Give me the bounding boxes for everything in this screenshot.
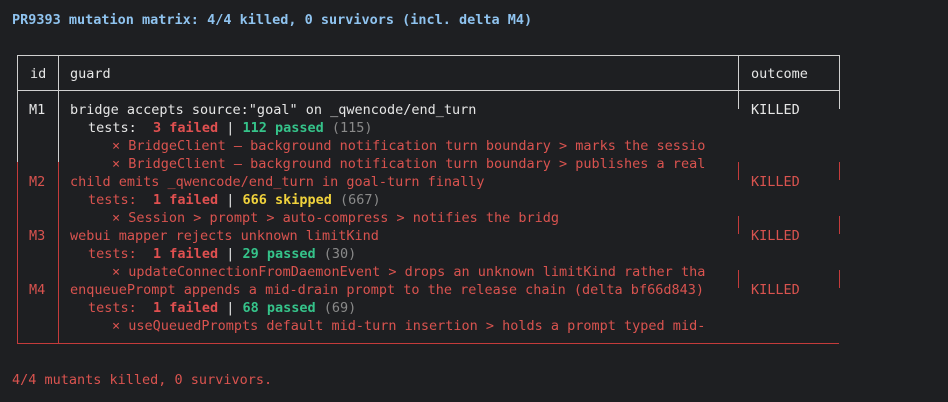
row-m2-tests: tests: 1 failed | 666 skipped (667) [88,192,381,208]
row-m1-guard: bridge accepts source:"goal" on _qwencod… [70,102,477,118]
row-m2-guard: child emits _qwencode/end_turn in goal-t… [70,174,485,190]
summary-footer: 4/4 mutants killed, 0 survivors. [12,372,273,388]
row-m3-tests: tests: 1 failed | 29 passed (30) [88,246,357,262]
row-m3-id: M3 [29,228,46,244]
row-m1-id: M1 [29,102,46,118]
header-outcome: outcome [751,66,808,82]
row-m3-failure-1: × updateConnectionFromDaemonEvent > drop… [112,264,706,280]
row-m1-outcome: KILLED [751,102,800,118]
mutation-matrix-table: id guard outcome M1 bridge accepts sourc… [12,55,842,344]
row-m3-guard: webui mapper rejects unknown limitKind [70,228,379,244]
row-m4-tests: tests: 1 failed | 68 passed (69) [88,300,357,316]
row-m2-failure-1: × Session > prompt > auto-compress > not… [112,210,560,226]
row-m1-tests: tests: 3 failed | 112 passed (115) [88,120,373,136]
row-m4-failure-1: × useQueuedPrompts default mid-turn inse… [112,318,706,334]
row-m3-outcome: KILLED [751,228,800,244]
row-m2-id: M2 [29,174,46,190]
header-id: id [30,66,47,82]
matrix-title: PR9393 mutation matrix: 4/4 killed, 0 su… [12,12,533,28]
terminal-window: PR9393 mutation matrix: 4/4 killed, 0 su… [0,0,948,402]
row-m2-outcome: KILLED [751,174,800,190]
row-m4-guard: enqueuePrompt appends a mid-drain prompt… [70,282,704,298]
row-m1-failure-2: × BridgeClient — background notification… [112,156,706,172]
header-guard: guard [70,66,111,82]
row-m1-failure-1: × BridgeClient — background notification… [112,138,706,154]
row-m4-outcome: KILLED [751,282,800,298]
row-m4-id: M4 [29,282,46,298]
